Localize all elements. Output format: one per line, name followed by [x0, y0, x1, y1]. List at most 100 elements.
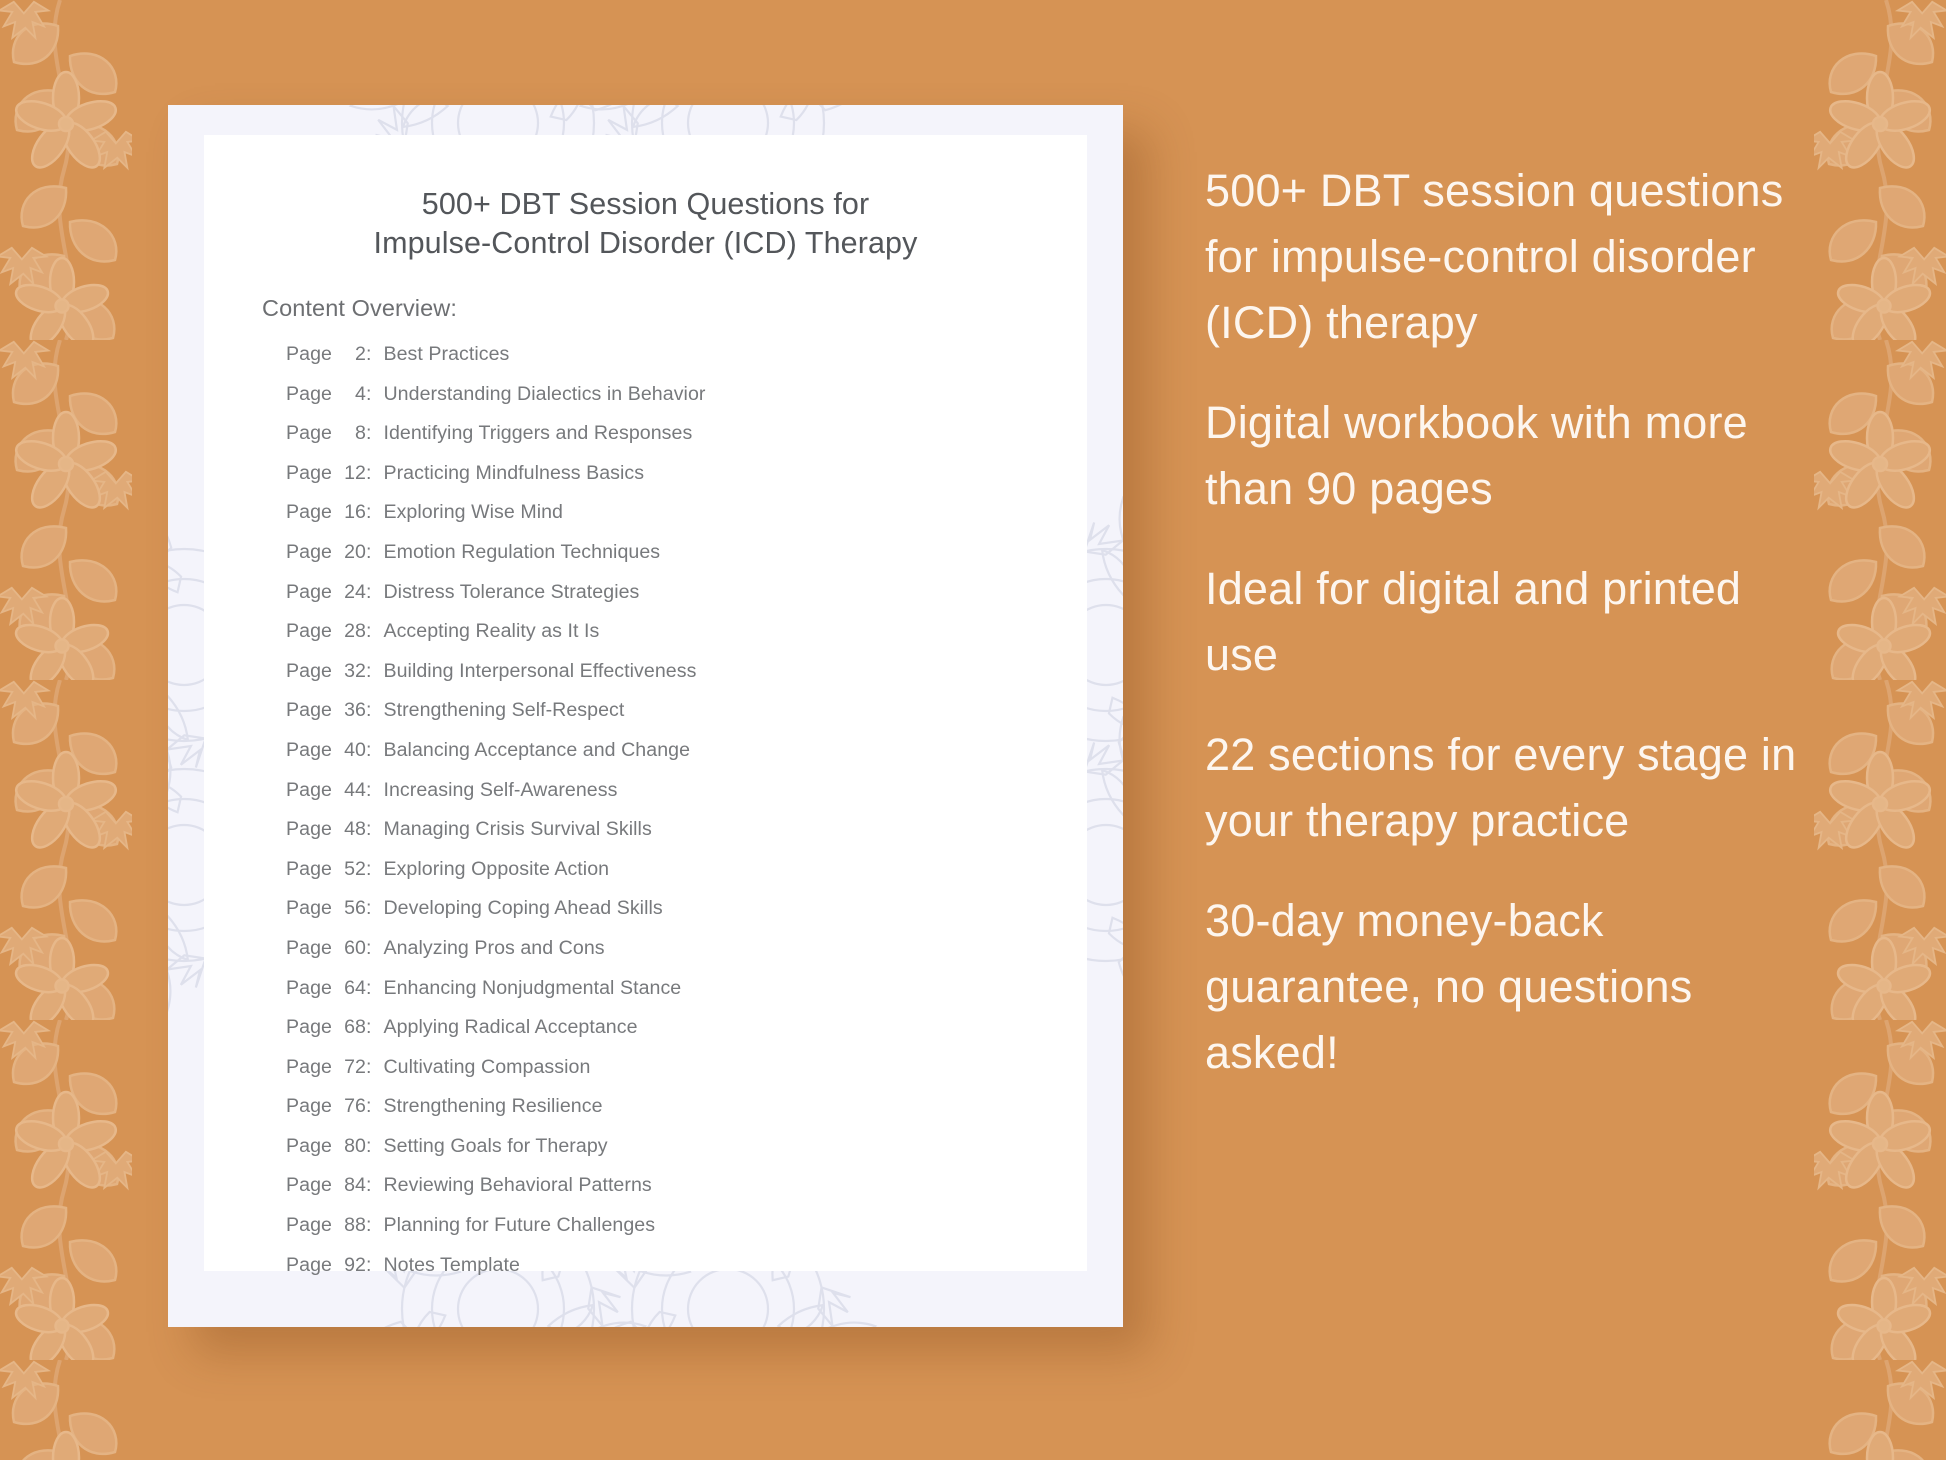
- toc-page-word: Page: [286, 778, 332, 801]
- toc-page-word: Page: [286, 620, 332, 643]
- toc-page-number: 64: [344, 976, 366, 999]
- toc-entry[interactable]: Page 24: Distress Tolerance Strategies: [286, 581, 1066, 621]
- toc-page-word: Page: [286, 343, 332, 365]
- toc-entry[interactable]: Page 60: Analyzing Pros and Cons: [286, 937, 1066, 977]
- toc-page-word: Page: [286, 857, 332, 880]
- toc-page-word: Page: [286, 897, 332, 920]
- toc-entry[interactable]: Page 4: Understanding Dialectics in Behavi…: [286, 383, 1066, 423]
- marketing-paragraph: 30-day money-back guarantee, no question…: [1205, 895, 1693, 1078]
- toc-entry[interactable]: Page 52: Exploring Opposite Action: [286, 858, 1066, 898]
- toc-section-title: Notes Template: [383, 1253, 520, 1276]
- toc-section-title: Increasing Self-Awareness: [383, 778, 618, 801]
- left-floral-border: [0, 0, 132, 1460]
- toc-page-word: Page: [286, 540, 332, 563]
- toc-page-word: Page: [286, 1214, 332, 1237]
- toc-colon: :: [365, 699, 372, 722]
- document-title: 500+ DBT Session Questions for Impulse-C…: [373, 187, 918, 260]
- toc-entry[interactable]: Page 48: Managing Crisis Survival Skills: [286, 818, 1066, 858]
- toc-entry[interactable]: Page 28: Accepting Reality as It Is: [286, 620, 1066, 660]
- toc-entry[interactable]: Page 80: Setting Goals for Therapy: [286, 1135, 1066, 1175]
- toc-section-title: Applying Radical Acceptance: [383, 1016, 638, 1039]
- toc-entry[interactable]: Page 2: Best Practices: [286, 343, 1066, 383]
- toc-section-title: Setting Goals for Therapy: [383, 1134, 608, 1157]
- toc-colon: :: [365, 540, 372, 563]
- toc-page-number: 12: [344, 461, 366, 484]
- toc-colon: :: [365, 778, 372, 801]
- toc-page-word: Page: [286, 1016, 332, 1039]
- toc-entry[interactable]: Page 68: Applying Radical Acceptance: [286, 1016, 1066, 1056]
- toc-colon: :: [365, 461, 372, 484]
- toc-entry[interactable]: Page 76: Strengthening Resilience: [286, 1095, 1066, 1135]
- toc-page-word: Page: [286, 461, 332, 484]
- toc-colon: :: [365, 580, 372, 603]
- marketing-copy-column: 500+ DBT session questions for impulse-c…: [1205, 158, 1805, 1086]
- toc-colon: :: [365, 620, 372, 643]
- toc-page-word: Page: [286, 422, 332, 445]
- toc-page-number: 16: [344, 501, 366, 524]
- toc-page-number: 92: [344, 1253, 366, 1276]
- document-page: 500+ DBT Session Questions for Impulse-C…: [204, 135, 1087, 1276]
- toc-entry[interactable]: Page 44: Increasing Self-Awareness: [286, 779, 1066, 819]
- marketing-paragraph: Digital workbook with more than 90 pages: [1205, 397, 1748, 514]
- toc-entry[interactable]: Page 40: Balancing Acceptance and Change: [286, 739, 1066, 779]
- toc-section-title: Cultivating Compassion: [383, 1055, 591, 1078]
- toc-colon: :: [365, 976, 372, 999]
- toc-section-title: Managing Crisis Survival Skills: [383, 818, 652, 841]
- toc-section-title: Strengthening Resilience: [383, 1095, 603, 1118]
- toc-section-title: Understanding Dialectics in Behavior: [383, 382, 706, 405]
- toc-page-number: 84: [344, 1174, 366, 1197]
- toc-section-title: Practicing Mindfulness Basics: [383, 461, 645, 484]
- toc-page-word: Page: [286, 936, 332, 959]
- marketing-paragraph: Ideal for digital and printed use: [1205, 563, 1742, 680]
- toc-colon: :: [365, 1174, 372, 1197]
- toc-page-number: 60: [344, 936, 366, 959]
- toc-page-word: Page: [286, 1253, 332, 1276]
- content-overview-label: Content Overview:: [262, 295, 458, 321]
- toc-section-title: Emotion Regulation Techniques: [383, 540, 661, 563]
- toc-colon: :: [365, 897, 372, 920]
- toc-colon: :: [365, 1134, 372, 1157]
- toc-colon: :: [365, 936, 372, 959]
- toc-section-title: Exploring Wise Mind: [383, 501, 564, 524]
- toc-page-number: 2: [355, 343, 366, 365]
- toc-colon: :: [365, 738, 372, 761]
- toc-page-word: Page: [286, 1055, 332, 1078]
- toc-section-title: Best Practices: [383, 343, 510, 365]
- toc-entry[interactable]: Page 16: Exploring Wise Mind: [286, 501, 1066, 541]
- toc-page-word: Page: [286, 580, 332, 603]
- toc-entry[interactable]: Page 64: Enhancing Nonjudgmental Stance: [286, 977, 1066, 1017]
- toc-section-title: Accepting Reality as It Is: [383, 620, 600, 643]
- toc-page-number: 8: [355, 422, 366, 445]
- toc-entry[interactable]: Page 92: Notes Template: [286, 1254, 1066, 1294]
- toc-entry[interactable]: Page 12: Practicing Mindfulness Basics: [286, 462, 1066, 502]
- toc-entry[interactable]: Page 72: Cultivating Compassion: [286, 1056, 1066, 1096]
- toc-entry[interactable]: Page 36: Strengthening Self-Respect: [286, 699, 1066, 739]
- toc-colon: :: [365, 422, 372, 445]
- toc-entry[interactable]: Page 20: Emotion Regulation Techniques: [286, 541, 1066, 581]
- toc-page-number: 40: [344, 738, 366, 761]
- toc-page-word: Page: [286, 818, 332, 841]
- toc-entry[interactable]: Page 8: Identifying Triggers and Responses: [286, 422, 1066, 462]
- toc-entry[interactable]: Page 88: Planning for Future Challenges: [286, 1214, 1066, 1254]
- toc-colon: :: [365, 343, 372, 365]
- toc-page-word: Page: [286, 1174, 332, 1197]
- toc-page-number: 88: [344, 1214, 366, 1237]
- toc-page-number: 52: [344, 857, 366, 880]
- toc-section-title: Distress Tolerance Strategies: [383, 580, 640, 603]
- toc-entry[interactable]: Page 32: Building Interpersonal Effectiven…: [286, 660, 1066, 700]
- toc-colon: :: [365, 659, 372, 682]
- toc-page-number: 4: [355, 382, 366, 405]
- toc-page-number: 36: [344, 699, 366, 722]
- toc-entry[interactable]: Page 56: Developing Coping Ahead Skills: [286, 897, 1066, 937]
- toc-page-number: 80: [344, 1134, 366, 1157]
- toc-colon: :: [365, 1055, 372, 1078]
- toc-page-word: Page: [286, 659, 332, 682]
- document-preview-card[interactable]: 500+ DBT Session Questions for Impulse-C…: [168, 105, 1123, 1327]
- toc-entry[interactable]: Page 84: Reviewing Behavioral Patterns: [286, 1174, 1066, 1214]
- toc-page-word: Page: [286, 699, 332, 722]
- toc-page-number: 76: [344, 1095, 366, 1118]
- toc-page-word: Page: [286, 738, 332, 761]
- toc-colon: :: [365, 501, 372, 524]
- toc-page-number: 24: [344, 580, 366, 603]
- toc-page-word: Page: [286, 1134, 332, 1157]
